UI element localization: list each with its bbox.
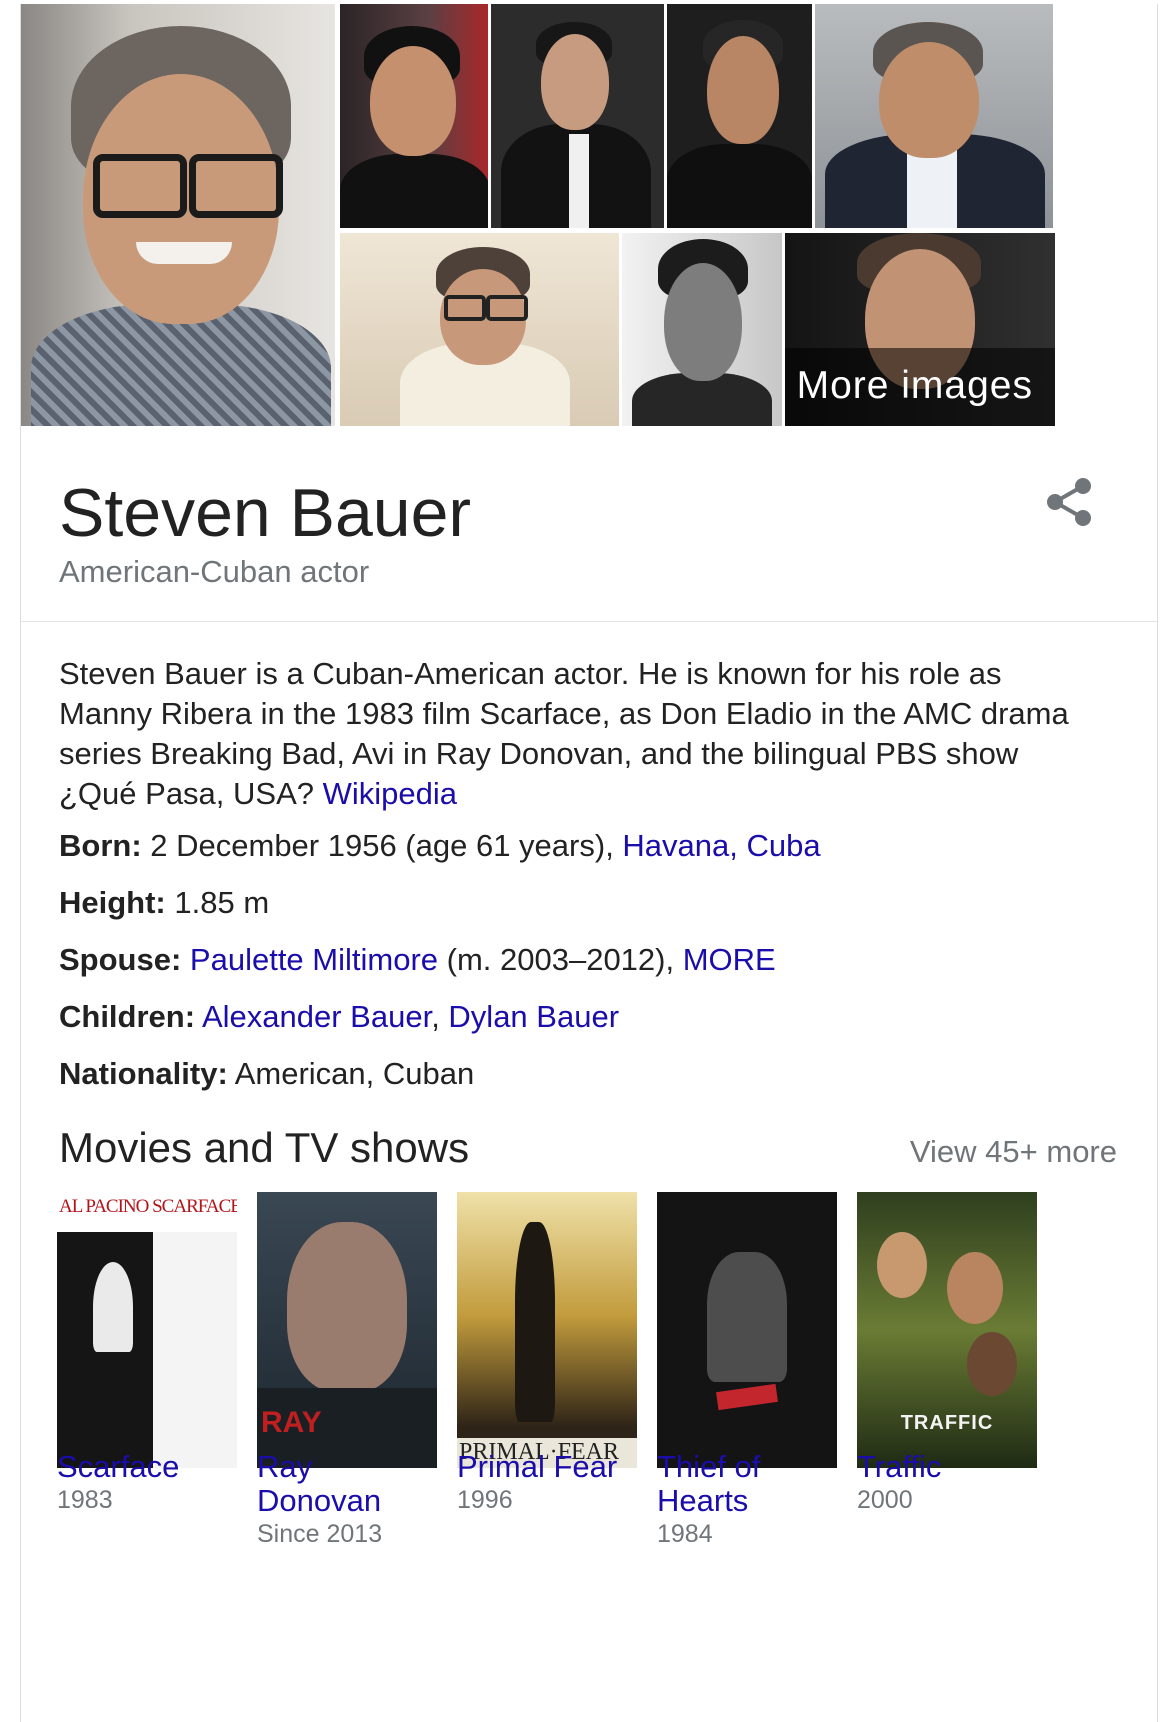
fact-height: Height: 1.85 m xyxy=(59,883,1119,940)
description: Steven Bauer is a Cuban-American actor. … xyxy=(59,654,1099,814)
poster-title-text: TRAFFIC xyxy=(900,1412,994,1434)
poster-title-text: RAY xyxy=(261,1406,322,1439)
fact-value: 2 December 1956 (age 61 years), xyxy=(141,828,623,863)
movie-title-line: Donovan xyxy=(257,1483,382,1518)
share-icon[interactable] xyxy=(1041,474,1097,530)
movie-poster-ray-donovan[interactable]: RAY xyxy=(257,1192,437,1468)
movie-year: 2000 xyxy=(857,1486,913,1514)
photo-7[interactable] xyxy=(622,233,782,426)
movie-poster-traffic[interactable]: TRAFFIC xyxy=(857,1192,1037,1468)
fact-label: Children: xyxy=(59,999,196,1034)
photo-8-more-images[interactable]: More images xyxy=(785,233,1055,426)
fact-value: American, Cuban xyxy=(227,1056,475,1091)
child-link-2[interactable]: Dylan Bauer xyxy=(448,999,619,1034)
separator: , xyxy=(431,999,449,1034)
movies-section-title: Movies and TV shows xyxy=(59,1124,470,1171)
photo-3[interactable] xyxy=(491,4,664,228)
fact-label: Height: xyxy=(59,885,166,920)
movie-title-line: Hearts xyxy=(657,1483,749,1518)
entity-subtitle: American-Cuban actor xyxy=(59,554,370,589)
poster-title-text: AL PACINO SCARFACE xyxy=(59,1196,237,1217)
wikipedia-link[interactable]: Wikipedia xyxy=(323,776,457,811)
fact-label: Born: xyxy=(59,828,142,863)
description-text: Steven Bauer is a Cuban-American actor. … xyxy=(59,656,1069,811)
movie-year: 1983 xyxy=(57,1486,113,1514)
movie-title[interactable]: Primal Fear xyxy=(457,1450,617,1484)
spouse-more-link[interactable]: MORE xyxy=(683,942,776,977)
entity-title: Steven Bauer xyxy=(59,475,472,551)
more-images-label[interactable]: More images xyxy=(797,364,1033,408)
facts-list: Born: 2 December 1956 (age 61 years), Ha… xyxy=(59,826,1119,1111)
movie-poster-scarface[interactable]: AL PACINO SCARFACE xyxy=(57,1192,237,1468)
movie-year: 1984 xyxy=(657,1520,713,1548)
divider xyxy=(21,621,1157,622)
fact-children: Children: Alexander Bauer, Dylan Bauer xyxy=(59,997,1119,1054)
photo-2[interactable] xyxy=(340,4,488,228)
fact-spouse: Spouse: Paulette Miltimore (m. 2003–2012… xyxy=(59,940,1119,997)
movie-poster-primal-fear[interactable]: PRIMAL·FEAR xyxy=(457,1192,637,1468)
fact-label: Nationality: xyxy=(59,1056,228,1091)
fact-nationality: Nationality: American, Cuban xyxy=(59,1054,1119,1111)
photo-4[interactable] xyxy=(667,4,812,228)
fact-born: Born: 2 December 1956 (age 61 years), Ha… xyxy=(59,826,1119,883)
knowledge-panel: More images Steven Bauer American-Cuban … xyxy=(20,4,1158,1722)
movie-poster-thief-of-hearts[interactable] xyxy=(657,1192,837,1468)
fact-value: 1.85 m xyxy=(165,885,270,920)
spouse-link[interactable]: Paulette Miltimore xyxy=(190,942,438,977)
view-more-link[interactable]: View 45+ more xyxy=(910,1134,1117,1170)
movie-title[interactable]: Scarface xyxy=(57,1450,179,1484)
photo-5[interactable] xyxy=(815,4,1053,228)
movie-title-line: Thief of xyxy=(657,1449,761,1484)
main-photo[interactable] xyxy=(21,4,335,426)
birthplace-link[interactable]: Havana, Cuba xyxy=(622,828,820,863)
child-link-1[interactable]: Alexander Bauer xyxy=(202,999,431,1034)
movie-year: Since 2013 xyxy=(257,1520,383,1548)
movie-title[interactable]: Ray Donovan xyxy=(257,1450,381,1518)
movie-year: 1996 xyxy=(457,1486,513,1514)
movie-title[interactable]: Thief of Hearts xyxy=(657,1450,760,1518)
photo-6[interactable] xyxy=(340,233,619,426)
movie-title-line: Ray xyxy=(257,1449,313,1484)
fact-value: (m. 2003–2012), xyxy=(438,942,683,977)
fact-label: Spouse: xyxy=(59,942,182,977)
movie-title[interactable]: Traffic xyxy=(857,1450,941,1484)
